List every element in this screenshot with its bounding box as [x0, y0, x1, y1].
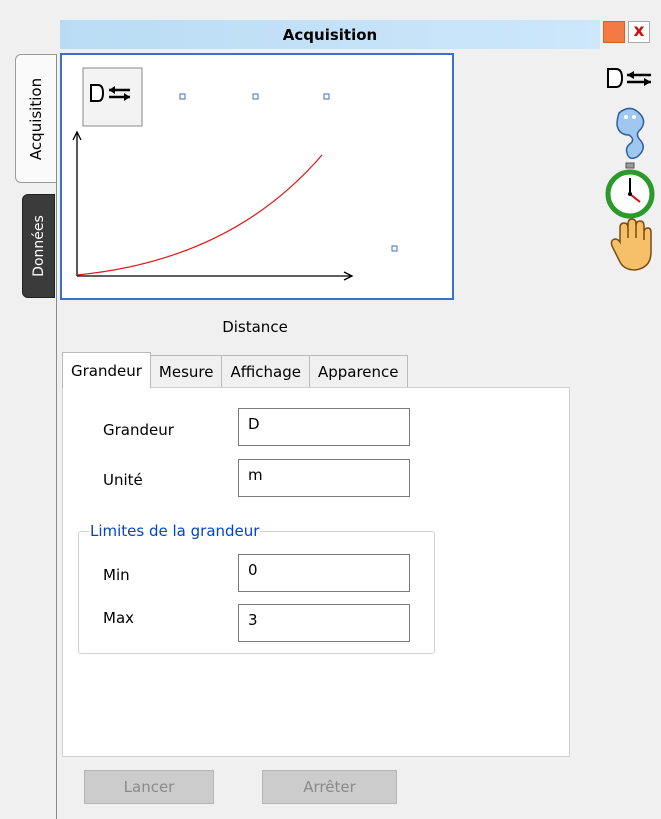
- stop-button[interactable]: Arrêter: [262, 770, 397, 804]
- tab-mesure-label: Mesure: [158, 362, 214, 381]
- min-field[interactable]: 0: [238, 554, 410, 592]
- hand-icon[interactable]: [610, 218, 654, 274]
- unite-field[interactable]: m: [238, 459, 410, 497]
- resize-handle[interactable]: [179, 93, 186, 100]
- tab-acquisition-vertical[interactable]: Acquisition: [15, 54, 57, 183]
- limits-group-label: Limites de la grandeur: [90, 522, 260, 540]
- preview-caption: Distance: [222, 318, 288, 336]
- grandeur-field[interactable]: D: [238, 408, 410, 446]
- tab-donnees-vertical[interactable]: Données: [22, 194, 55, 298]
- resize-handle[interactable]: [252, 93, 259, 100]
- panel-title: Acquisition: [282, 25, 378, 44]
- tab-acquisition-label: Acquisition: [27, 77, 46, 160]
- close-icon: x: [633, 21, 645, 41]
- side-divider: [56, 54, 57, 819]
- sensor-preview: [60, 53, 454, 300]
- preview-graph: [72, 67, 398, 281]
- tab-apparence[interactable]: Apparence: [309, 355, 408, 388]
- panel-titlebar: Acquisition: [60, 20, 600, 49]
- grandeur-label: Grandeur: [103, 421, 174, 439]
- unite-label: Unité: [103, 471, 143, 489]
- tab-mesure[interactable]: Mesure: [150, 355, 223, 388]
- tab-apparence-label: Apparence: [317, 362, 399, 381]
- resize-handle[interactable]: [391, 245, 398, 252]
- property-tabs: Grandeur Mesure Affichage Apparence: [62, 352, 408, 388]
- tab-donnees-label: Données: [30, 215, 47, 277]
- response-curve: [76, 154, 323, 276]
- start-button-label: Lancer: [123, 778, 175, 796]
- stop-button-label: Arrêter: [303, 778, 356, 796]
- resize-handle[interactable]: [323, 93, 330, 100]
- close-button[interactable]: x: [628, 21, 650, 43]
- tab-affichage[interactable]: Affichage: [222, 355, 310, 388]
- sensor-icon[interactable]: [605, 65, 655, 91]
- tab-grandeur[interactable]: Grandeur: [62, 352, 151, 388]
- start-button[interactable]: Lancer: [84, 770, 214, 804]
- max-field[interactable]: 3: [238, 604, 410, 642]
- tab-affichage-label: Affichage: [230, 362, 301, 381]
- tab-grandeur-label: Grandeur: [71, 361, 142, 380]
- stopwatch-icon[interactable]: [604, 162, 658, 220]
- min-label: Min: [103, 566, 130, 584]
- float-button[interactable]: [603, 21, 625, 43]
- max-label: Max: [103, 609, 135, 627]
- ghost-icon[interactable]: [605, 105, 655, 165]
